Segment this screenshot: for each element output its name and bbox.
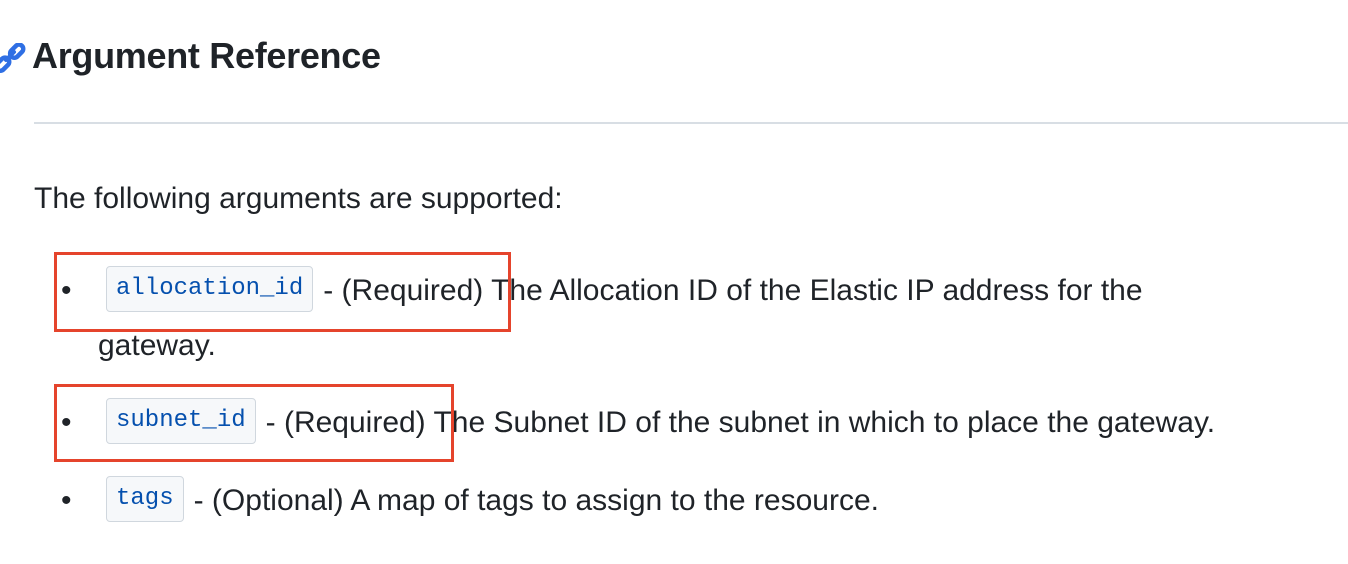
argument-list: • allocation_id - (Required) The Allocati… xyxy=(0,0,1348,564)
argument-name-code: allocation_id xyxy=(106,266,314,313)
argument-item-subnet-id: • subnet_id - (Required) The Subnet ID of… xyxy=(61,395,1258,450)
argument-requirement: - (Required) xyxy=(323,274,484,307)
bullet: • xyxy=(61,406,72,439)
argument-requirement: - (Required) xyxy=(265,406,426,439)
argument-item-allocation-id: • allocation_id - (Required) The Allocati… xyxy=(61,263,1258,373)
argument-item-tags: • tags - (Optional) A map of tags to assi… xyxy=(61,473,1258,528)
argument-description: The Subnet ID of the subnet in which to … xyxy=(433,406,1216,439)
argument-name-code: subnet_id xyxy=(106,398,256,445)
bullet: • xyxy=(61,484,72,517)
argument-name-code: tags xyxy=(106,476,184,523)
argument-description: A map of tags to assign to the resource. xyxy=(350,484,879,517)
argument-requirement: - (Optional) xyxy=(193,484,344,517)
bullet: • xyxy=(61,274,72,307)
